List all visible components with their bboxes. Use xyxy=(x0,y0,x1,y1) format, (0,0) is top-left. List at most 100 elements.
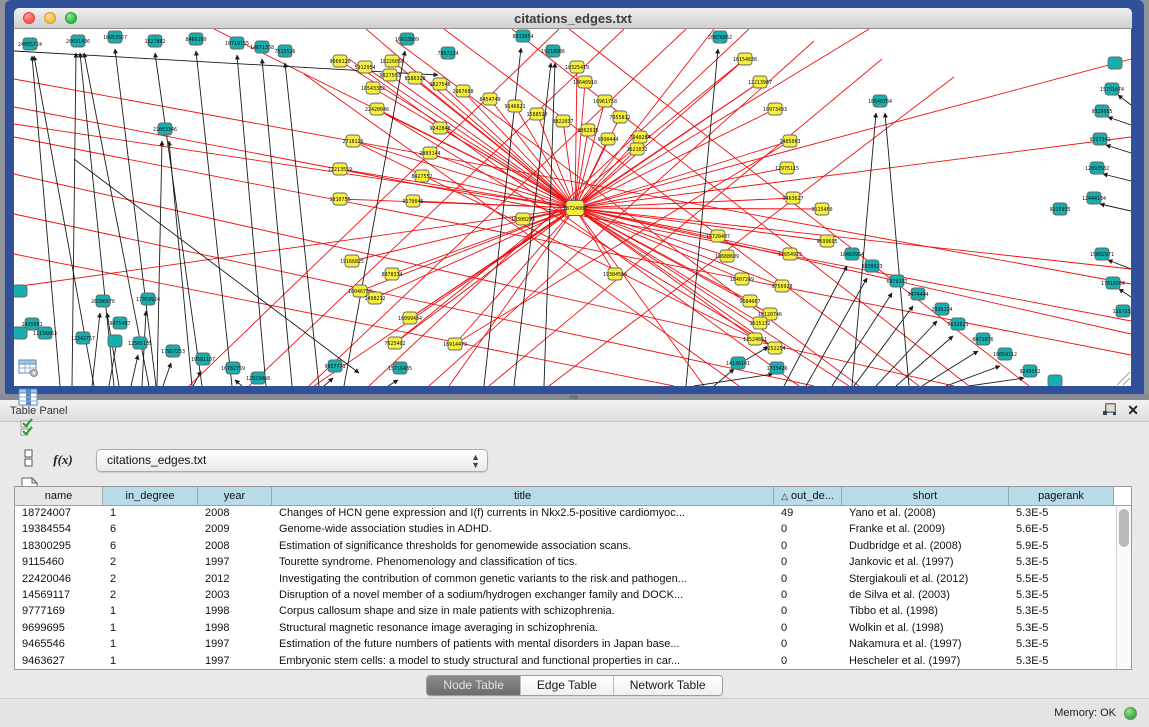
network-node[interactable]: 2967608 xyxy=(452,85,473,97)
table-cell[interactable]: 0 xyxy=(774,654,842,670)
table-cell[interactable]: 19384554 xyxy=(15,522,103,538)
table-cell[interactable]: 9465546 xyxy=(15,637,103,653)
table-cell[interactable]: 2 xyxy=(103,555,198,571)
network-node[interactable]: 18325419 xyxy=(565,61,589,73)
column-header-pagerank[interactable]: pagerank xyxy=(1009,487,1114,505)
black-edge[interactable] xyxy=(1108,117,1131,125)
table-cell[interactable]: 5.3E-5 xyxy=(1009,637,1114,653)
black-edge[interactable] xyxy=(885,113,909,386)
table-cell[interactable]: 5.3E-5 xyxy=(1009,588,1114,604)
table-cell[interactable]: 5.3E-5 xyxy=(1009,555,1114,571)
network-node[interactable] xyxy=(14,327,27,339)
black-edge[interactable] xyxy=(324,378,333,386)
network-node[interactable]: 12213967 xyxy=(748,76,772,88)
table-cell[interactable]: Estimation of the future numbers of pati… xyxy=(272,637,774,653)
red-edge[interactable] xyxy=(575,109,775,208)
table-cell[interactable]: 1 xyxy=(103,637,198,653)
table-cell[interactable]: 0 xyxy=(774,637,842,653)
table-cell[interactable]: 2 xyxy=(103,588,198,604)
table-cell[interactable]: 1 xyxy=(103,621,198,637)
network-node[interactable]: 9227341 xyxy=(1089,133,1110,145)
black-edge[interactable] xyxy=(163,363,171,386)
network-node[interactable]: 15716485 xyxy=(388,362,412,374)
table-cell[interactable]: 2009 xyxy=(198,522,272,538)
black-edge[interactable] xyxy=(237,55,266,386)
network-node[interactable]: 9756928 xyxy=(771,280,792,292)
red-edge[interactable] xyxy=(575,208,822,209)
table-cell[interactable]: 5.6E-5 xyxy=(1009,522,1114,538)
table-cell[interactable]: Yano et al. (2008) xyxy=(842,506,1009,522)
network-node[interactable] xyxy=(14,285,27,297)
table-cell[interactable]: 14569117 xyxy=(15,588,103,604)
table-cell[interactable]: Tourette syndrome. Phenomenology and cla… xyxy=(272,555,774,571)
table-cell[interactable]: 5.3E-5 xyxy=(1009,604,1114,620)
network-node[interactable] xyxy=(1048,375,1062,386)
network-node[interactable]: 10653327 xyxy=(103,31,127,43)
float-panel-icon[interactable] xyxy=(1102,403,1117,417)
red-edge[interactable] xyxy=(575,137,1131,208)
table-cell[interactable]: 6 xyxy=(103,539,198,555)
network-node[interactable]: 12342757 xyxy=(71,332,95,344)
red-edge[interactable] xyxy=(569,29,1029,386)
network-node[interactable]: 16154838 xyxy=(733,53,757,65)
red-edge[interactable] xyxy=(314,208,575,386)
table-cell[interactable]: 18300295 xyxy=(15,539,103,555)
table-cell[interactable]: 22420046 xyxy=(15,572,103,588)
network-node[interactable]: 16099484 xyxy=(398,312,422,324)
network-node[interactable]: 12093582 xyxy=(1085,162,1109,174)
table-row[interactable]: 911546021997Tourette syndrome. Phenomeno… xyxy=(15,555,1131,571)
network-node[interactable]: 12505135 xyxy=(128,337,152,349)
black-edge[interactable] xyxy=(388,380,398,386)
network-node[interactable]: 9245652 xyxy=(1019,365,1040,377)
network-node[interactable]: 14671358 xyxy=(250,41,274,53)
network-node[interactable]: 18300295 xyxy=(511,213,535,225)
network-node[interactable]: 1167533 xyxy=(1112,305,1131,317)
table-cell[interactable]: 1 xyxy=(103,654,198,670)
table-cell[interactable]: 2003 xyxy=(198,588,272,604)
close-panel-icon[interactable]: ✕ xyxy=(1127,403,1139,417)
network-node[interactable]: 19166825 xyxy=(340,255,364,267)
table-row[interactable]: 969969511998Structural magnetic resonanc… xyxy=(15,621,1131,637)
red-edge[interactable] xyxy=(14,208,575,287)
black-edge[interactable] xyxy=(1106,145,1131,153)
network-node[interactable]: 8878334 xyxy=(381,268,402,280)
network-node[interactable]: 21053346 xyxy=(153,123,177,135)
table-cell[interactable]: 0 xyxy=(774,588,842,604)
network-node[interactable]: 14136141 xyxy=(726,357,750,369)
table-cell[interactable]: Nakamura et al. (1997) xyxy=(842,637,1009,653)
table-row[interactable]: 1872400712008Changes of HCN gene express… xyxy=(15,506,1131,522)
column-header-in_degree[interactable]: in_degree xyxy=(103,487,198,505)
red-edge[interactable] xyxy=(309,29,686,386)
network-node[interactable]: 8466160 xyxy=(185,33,206,45)
zoom-window-button[interactable] xyxy=(65,12,77,24)
network-node[interactable]: 10719155 xyxy=(225,37,249,49)
network-node[interactable]: 10688609 xyxy=(715,250,739,262)
table-cell[interactable]: 2008 xyxy=(198,539,272,555)
network-node[interactable]: 19581107 xyxy=(191,353,215,365)
table-scrollbar[interactable] xyxy=(1116,506,1131,669)
network-node[interactable]: 24055724 xyxy=(18,38,42,50)
network-hub-node[interactable]: 18724007 xyxy=(563,201,587,216)
close-window-button[interactable] xyxy=(23,12,35,24)
black-edge[interactable] xyxy=(854,306,913,386)
tab-node-table[interactable]: Node Table xyxy=(427,676,521,695)
network-node[interactable]: 7857224 xyxy=(437,47,458,59)
network-node[interactable]: 9170046 xyxy=(402,195,423,207)
red-edge[interactable] xyxy=(575,141,790,208)
black-edge[interactable] xyxy=(1103,174,1131,181)
network-node[interactable]: 15892971 xyxy=(1090,248,1114,260)
column-header-out_de[interactable]: △out_de... xyxy=(774,487,842,505)
red-edge[interactable] xyxy=(349,59,799,386)
column-header-short[interactable]: short xyxy=(842,487,1009,505)
table-cell[interactable]: 5.9E-5 xyxy=(1009,539,1114,555)
table-cell[interactable]: 0 xyxy=(774,572,842,588)
network-node[interactable]: 19384554 xyxy=(603,268,627,280)
network-node[interactable]: 16914479 xyxy=(443,338,467,350)
table-cell[interactable]: Jankovic et al. (1997) xyxy=(842,555,1009,571)
network-node[interactable]: 18226058 xyxy=(380,55,404,67)
network-canvas[interactable]: 2405572420691406106533271527802846616010… xyxy=(14,29,1131,386)
network-node[interactable] xyxy=(108,335,122,347)
network-node[interactable]: 18403954 xyxy=(840,248,864,260)
network-node[interactable]: 18407249 xyxy=(730,273,754,285)
red-edge[interactable] xyxy=(575,59,1131,208)
